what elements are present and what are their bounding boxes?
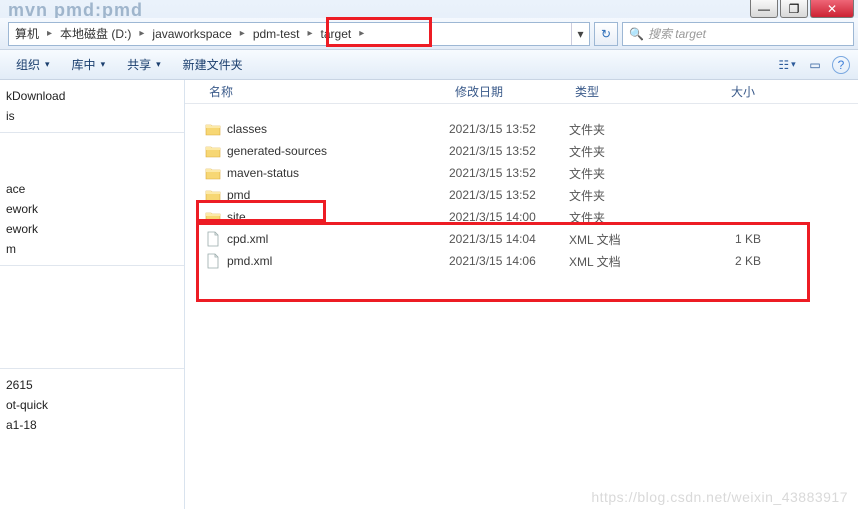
- crumb-pdm-test[interactable]: pdm-test: [247, 23, 306, 45]
- file-type: 文件夹: [569, 143, 681, 160]
- column-name[interactable]: 名称: [203, 83, 449, 100]
- file-date: 2021/3/15 14:00: [449, 210, 569, 224]
- address-bar-row: 算机▸ 本地磁盘 (D:)▸ javaworkspace▸ pdm-test▸ …: [0, 18, 858, 50]
- organize-button[interactable]: 组织: [8, 53, 58, 76]
- folder-icon: [203, 210, 223, 224]
- search-input[interactable]: 🔍 搜索 target: [622, 22, 854, 46]
- file-icon: [203, 231, 223, 247]
- file-row[interactable]: site2021/3/15 14:00文件夹: [185, 206, 858, 228]
- close-button[interactable]: ✕: [810, 0, 854, 18]
- breadcrumb-dropdown[interactable]: ▾: [571, 23, 589, 45]
- preview-pane-button[interactable]: ▭: [804, 55, 826, 75]
- file-row[interactable]: generated-sources2021/3/15 13:52文件夹: [185, 140, 858, 162]
- sidebar-item[interactable]: kDownload: [0, 86, 184, 106]
- main-area: kDownload is ace ework ework m 2615 ot-q…: [0, 80, 858, 509]
- file-name: cpd.xml: [227, 232, 449, 246]
- file-size: 1 KB: [681, 232, 761, 246]
- chevron-right-icon: ▸: [45, 28, 54, 39]
- file-name: maven-status: [227, 166, 449, 180]
- file-size: 2 KB: [681, 254, 761, 268]
- file-type: 文件夹: [569, 121, 681, 138]
- sidebar-item[interactable]: ework: [0, 199, 184, 219]
- folder-icon: [203, 122, 223, 136]
- file-type: 文件夹: [569, 187, 681, 204]
- window-controls: — ❐ ✕: [750, 0, 854, 18]
- column-date[interactable]: 修改日期: [449, 83, 569, 100]
- file-name: pmd: [227, 188, 449, 202]
- file-type: 文件夹: [569, 165, 681, 182]
- search-placeholder: 搜索 target: [648, 25, 706, 42]
- search-icon: 🔍: [629, 27, 644, 41]
- file-date: 2021/3/15 13:52: [449, 166, 569, 180]
- column-headers: 名称 修改日期 类型 大小: [185, 80, 858, 104]
- file-icon: [203, 253, 223, 269]
- column-size[interactable]: 大小: [681, 83, 761, 100]
- file-name: generated-sources: [227, 144, 449, 158]
- file-date: 2021/3/15 14:04: [449, 232, 569, 246]
- chevron-right-icon: ▸: [306, 28, 315, 39]
- column-type[interactable]: 类型: [569, 83, 681, 100]
- toolbar: 组织 库中 共享 新建文件夹 ☷ ▭ ?: [0, 50, 858, 80]
- breadcrumb[interactable]: 算机▸ 本地磁盘 (D:)▸ javaworkspace▸ pdm-test▸ …: [8, 22, 590, 46]
- file-row[interactable]: maven-status2021/3/15 13:52文件夹: [185, 162, 858, 184]
- library-button[interactable]: 库中: [64, 53, 114, 76]
- sidebar-divider: [0, 368, 184, 369]
- sidebar-item[interactable]: ot-quick: [0, 395, 184, 415]
- file-row[interactable]: pmd2021/3/15 13:52文件夹: [185, 184, 858, 206]
- sidebar: kDownload is ace ework ework m 2615 ot-q…: [0, 80, 185, 509]
- sidebar-item[interactable]: 2615: [0, 375, 184, 395]
- folder-icon: [203, 144, 223, 158]
- folder-icon: [203, 166, 223, 180]
- chevron-right-icon: ▸: [137, 28, 146, 39]
- sidebar-item[interactable]: m: [0, 239, 184, 259]
- chevron-right-icon: ▸: [238, 28, 247, 39]
- new-folder-button[interactable]: 新建文件夹: [175, 53, 251, 76]
- minimize-button[interactable]: —: [750, 0, 778, 18]
- sidebar-item[interactable]: ework: [0, 219, 184, 239]
- file-row[interactable]: pmd.xml2021/3/15 14:06XML 文档2 KB: [185, 250, 858, 272]
- file-date: 2021/3/15 13:52: [449, 144, 569, 158]
- sidebar-divider: [0, 265, 184, 266]
- crumb-computer[interactable]: 算机: [9, 23, 45, 45]
- window-title-faded: mvn pmd:pmd: [0, 0, 858, 18]
- maximize-button[interactable]: ❐: [780, 0, 808, 18]
- file-pane: 名称 修改日期 类型 大小 classes2021/3/15 13:52文件夹g…: [185, 80, 858, 509]
- file-type: XML 文档: [569, 231, 681, 248]
- sidebar-divider: [0, 132, 184, 133]
- watermark: https://blog.csdn.net/weixin_43883917: [591, 489, 848, 505]
- view-options-button[interactable]: ☷: [776, 55, 798, 75]
- crumb-target[interactable]: target: [315, 23, 358, 45]
- chevron-right-icon: ▸: [357, 28, 366, 39]
- file-name: classes: [227, 122, 449, 136]
- share-button[interactable]: 共享: [119, 53, 169, 76]
- folder-icon: [203, 188, 223, 202]
- sidebar-item[interactable]: a1-18: [0, 415, 184, 435]
- file-list: classes2021/3/15 13:52文件夹generated-sourc…: [185, 104, 858, 272]
- file-row[interactable]: cpd.xml2021/3/15 14:04XML 文档1 KB: [185, 228, 858, 250]
- file-type: XML 文档: [569, 253, 681, 270]
- file-name: site: [227, 210, 449, 224]
- file-type: 文件夹: [569, 209, 681, 226]
- crumb-drive-d[interactable]: 本地磁盘 (D:): [54, 23, 137, 45]
- file-date: 2021/3/15 13:52: [449, 122, 569, 136]
- help-button[interactable]: ?: [832, 56, 850, 74]
- sidebar-item[interactable]: is: [0, 106, 184, 126]
- file-date: 2021/3/15 13:52: [449, 188, 569, 202]
- file-name: pmd.xml: [227, 254, 449, 268]
- refresh-button[interactable]: ↻: [594, 22, 618, 46]
- file-row[interactable]: classes2021/3/15 13:52文件夹: [185, 118, 858, 140]
- sidebar-item[interactable]: ace: [0, 179, 184, 199]
- crumb-javaworkspace[interactable]: javaworkspace: [146, 23, 237, 45]
- file-date: 2021/3/15 14:06: [449, 254, 569, 268]
